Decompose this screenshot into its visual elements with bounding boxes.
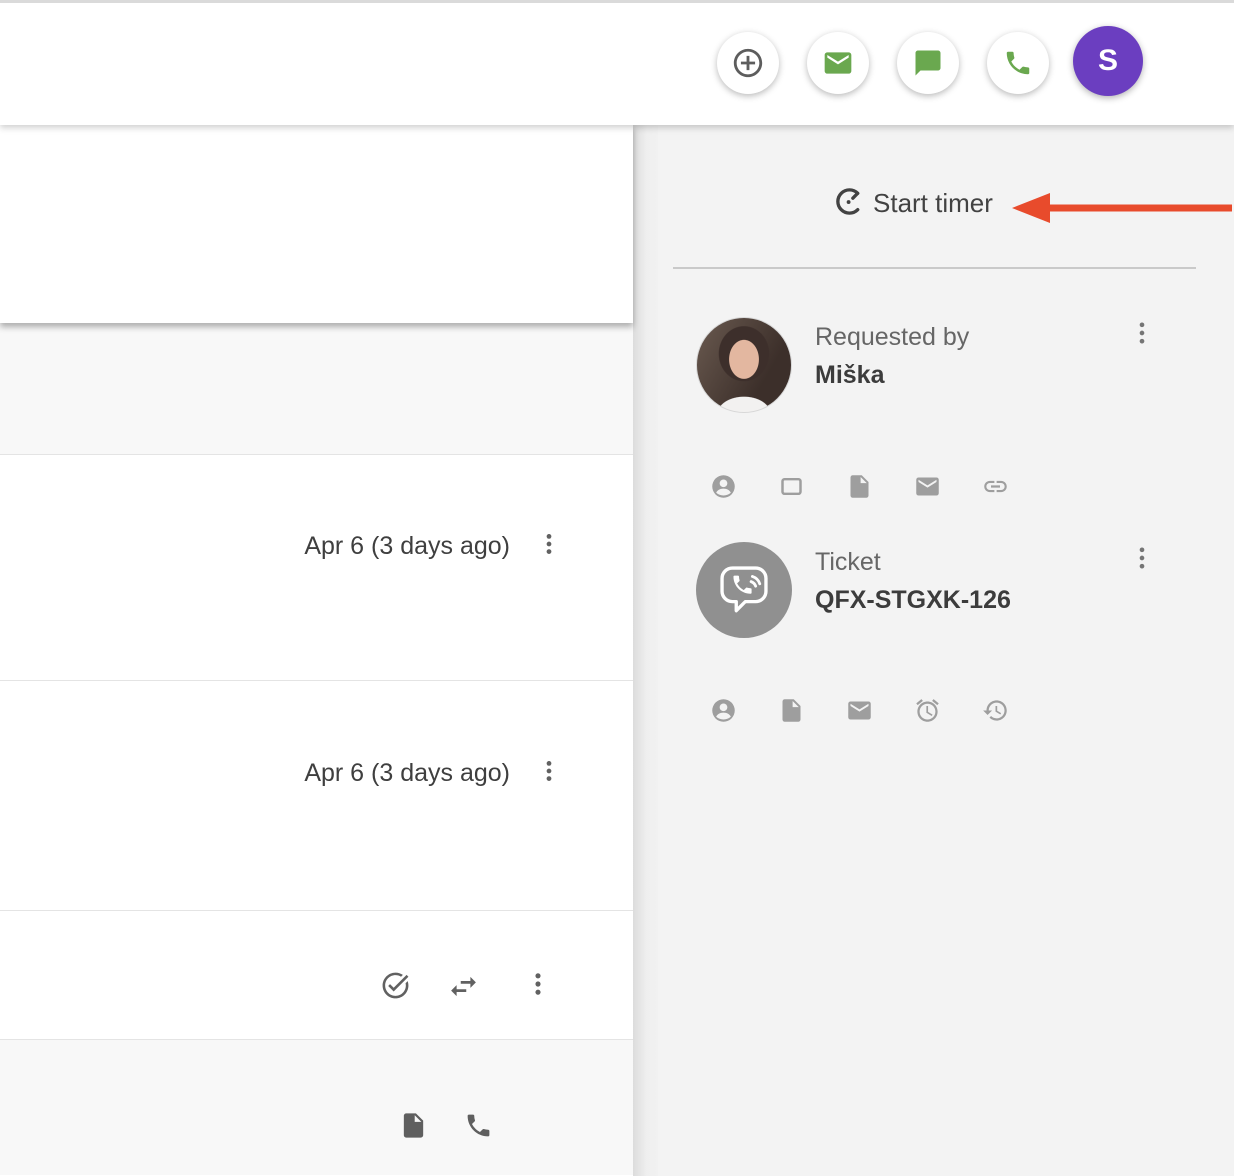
ticket-assignee-button[interactable] xyxy=(710,697,737,724)
more-options-button[interactable] xyxy=(524,970,552,998)
ticket-card: Ticket QFX-STGXK-126 xyxy=(696,542,1214,638)
ticket-kebab-menu[interactable] xyxy=(1128,544,1156,572)
person-icon xyxy=(710,473,737,500)
mail-icon xyxy=(914,473,941,500)
phone-icon xyxy=(1003,48,1033,78)
chat-bubble-icon xyxy=(913,48,943,78)
history-icon xyxy=(982,697,1009,724)
requester-tools-row xyxy=(710,473,1009,500)
log-call-button[interactable] xyxy=(464,1111,493,1140)
alarm-icon xyxy=(914,697,941,724)
mail-icon xyxy=(846,697,873,724)
ticket-tools-row xyxy=(710,697,1009,724)
file-icon xyxy=(399,1111,428,1140)
requester-files-button[interactable] xyxy=(846,473,873,500)
new-chat-button[interactable] xyxy=(897,32,959,94)
attach-file-button[interactable] xyxy=(399,1111,428,1140)
message-date: Apr 6 (3 days ago) xyxy=(304,758,510,788)
message-actions-row xyxy=(0,911,633,1040)
requester-link-button[interactable] xyxy=(982,473,1009,500)
kebab-menu-icon xyxy=(536,758,562,784)
composer-footer xyxy=(0,1040,633,1175)
ticket-reminder-button[interactable] xyxy=(914,697,941,724)
task-done-icon xyxy=(380,970,411,1001)
file-icon xyxy=(846,473,873,500)
kebab-menu-icon xyxy=(536,531,562,557)
swap-transfer-button[interactable] xyxy=(447,970,480,1003)
account-avatar-button[interactable]: S xyxy=(1073,26,1143,96)
ticket-id: QFX-STGXK-126 xyxy=(815,585,1011,615)
ticket-title: Ticket xyxy=(815,547,1011,577)
annotation-arrow xyxy=(1010,191,1234,230)
requester-card-button[interactable] xyxy=(778,473,805,500)
file-icon xyxy=(778,697,805,724)
ticket-detail-panel: Start timer Requested by Miška xyxy=(658,125,1234,1176)
card-icon xyxy=(778,473,805,500)
message-date: Apr 6 (3 days ago) xyxy=(304,531,510,561)
requested-by-card: Requested by Miška xyxy=(696,317,1214,413)
section-divider xyxy=(673,267,1196,269)
requester-kebab-menu[interactable] xyxy=(1128,319,1156,347)
ticket-email-button[interactable] xyxy=(846,697,873,724)
avatar-initial: S xyxy=(1098,44,1118,78)
conversation-gap xyxy=(0,323,633,455)
message-kebab-menu[interactable] xyxy=(536,758,562,784)
ticket-files-button[interactable] xyxy=(778,697,805,724)
viber-channel-icon xyxy=(696,542,792,638)
message-kebab-menu[interactable] xyxy=(536,531,562,557)
mark-done-button[interactable] xyxy=(380,970,411,1001)
requester-avatar-photo xyxy=(696,317,792,413)
person-icon xyxy=(710,697,737,724)
swap-horizontal-icon xyxy=(447,970,480,1003)
panel-split-scroll-strip[interactable] xyxy=(633,125,658,1176)
timer-icon xyxy=(834,186,865,220)
add-button[interactable] xyxy=(717,32,779,94)
message-row: Apr 6 (3 days ago) xyxy=(0,681,633,911)
plus-circle-icon xyxy=(731,46,765,80)
call-button[interactable] xyxy=(987,32,1049,94)
start-timer-button[interactable]: Start timer xyxy=(834,185,993,221)
requester-name: Miška xyxy=(815,360,969,390)
mail-icon xyxy=(822,47,854,79)
app-screen: S Apr 6 (3 days ago) Apr 6 (3 days ago) xyxy=(0,0,1234,1176)
phone-icon xyxy=(464,1111,493,1140)
kebab-menu-icon xyxy=(1128,544,1156,572)
start-timer-label: Start timer xyxy=(873,185,993,221)
topbar: S xyxy=(0,0,1234,125)
compose-email-button[interactable] xyxy=(807,32,869,94)
requester-email-button[interactable] xyxy=(914,473,941,500)
conversation-panel: Apr 6 (3 days ago) Apr 6 (3 days ago) xyxy=(0,125,633,1176)
requested-by-title: Requested by xyxy=(815,322,969,352)
kebab-menu-icon xyxy=(1128,319,1156,347)
kebab-menu-icon xyxy=(524,970,552,998)
link-icon xyxy=(982,473,1009,500)
requester-profile-button[interactable] xyxy=(710,473,737,500)
message-row: Apr 6 (3 days ago) xyxy=(0,455,633,681)
ticket-history-button[interactable] xyxy=(982,697,1009,724)
message-card-blank xyxy=(0,125,633,323)
timer-row: Start timer xyxy=(658,185,1234,221)
